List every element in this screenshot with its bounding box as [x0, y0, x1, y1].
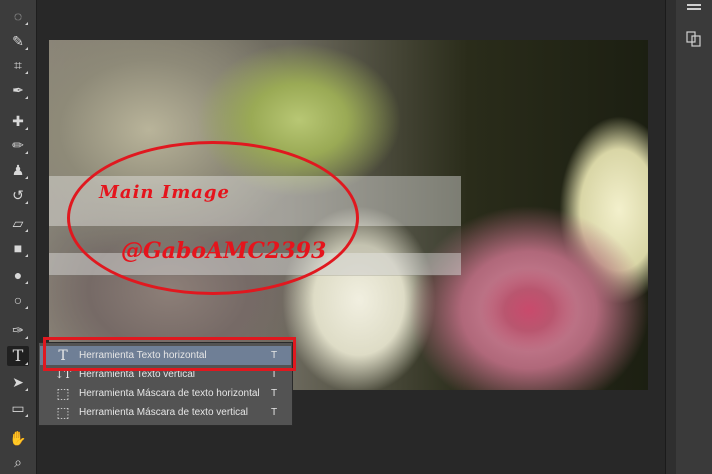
eyedropper-tool-icon[interactable]: ✒	[7, 80, 29, 100]
pen-tool-icon[interactable]: ✑	[7, 320, 29, 340]
shortcut-key: T	[271, 407, 278, 418]
annotation-ellipse	[67, 141, 359, 295]
annotation-highlight-box	[43, 337, 296, 371]
history-brush-tool-icon[interactable]: ↺	[7, 185, 29, 205]
gradient-tool-icon[interactable]: ■	[7, 238, 29, 258]
healing-brush-tool-icon[interactable]: ✚	[7, 111, 29, 131]
horizontal-type-mask-tool-item[interactable]: ⬚ Herramienta Máscara de texto horizonta…	[40, 384, 291, 403]
dodge-tool-icon[interactable]: ○	[7, 290, 29, 310]
quick-selection-tool-icon[interactable]: ✎	[7, 31, 29, 51]
paragraph-panel-icon[interactable]	[685, 30, 703, 48]
tools-panel: ◌ ✎ ⌗ ✒ ✚ ✏ ♟ ↺ ▱ ■ ● ○ ✑ T ➤ ▭ ✋ ⌕	[0, 0, 37, 474]
brush-tool-icon[interactable]: ✏	[7, 135, 29, 155]
panel-menu-icon[interactable]	[685, 2, 703, 12]
menu-item-label: Herramienta Máscara de texto horizontal	[79, 388, 260, 399]
menu-item-label: Herramienta Máscara de texto vertical	[79, 407, 248, 418]
vertical-type-mask-tool-item[interactable]: ⬚ Herramienta Máscara de texto vertical …	[40, 403, 291, 422]
lasso-tool-icon[interactable]: ◌	[7, 6, 29, 26]
blur-tool-icon[interactable]: ●	[7, 265, 29, 285]
watermark-handle-text: @GaboAMC2393	[121, 238, 327, 264]
rectangle-tool-icon[interactable]: ▭	[7, 398, 29, 418]
watermark-main-image-text: Main Image	[99, 182, 230, 203]
eraser-tool-icon[interactable]: ▱	[7, 213, 29, 233]
shortcut-key: T	[271, 388, 278, 399]
type-tool-icon[interactable]: T	[7, 346, 29, 366]
right-dock-panel	[676, 0, 712, 474]
path-selection-tool-icon[interactable]: ➤	[7, 372, 29, 392]
zoom-tool-icon[interactable]: ⌕	[7, 452, 29, 472]
clone-stamp-tool-icon[interactable]: ♟	[7, 160, 29, 180]
crop-tool-icon[interactable]: ⌗	[7, 55, 29, 75]
vertical-type-mask-icon: ⬚	[56, 404, 70, 421]
hand-tool-icon[interactable]: ✋	[7, 428, 29, 448]
horizontal-type-mask-icon: ⬚	[56, 385, 70, 402]
